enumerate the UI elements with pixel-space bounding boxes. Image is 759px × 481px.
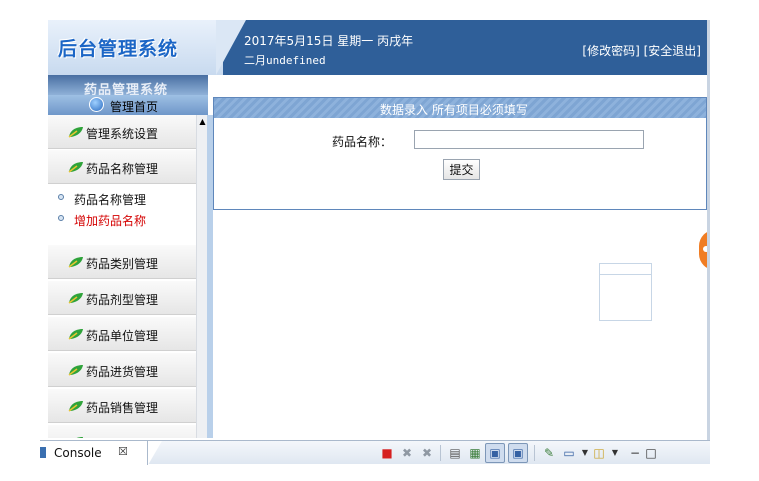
tab-slant-decoration: [148, 441, 162, 465]
dropdown-arrow-icon[interactable]: ▼: [578, 446, 592, 460]
leaf-icon: [68, 329, 83, 340]
show-stderr-icon[interactable]: ▣: [511, 446, 525, 460]
open-console-icon[interactable]: ◫: [592, 446, 606, 460]
pin-console-icon[interactable]: ✎: [542, 446, 556, 460]
drug-name-input[interactable]: [414, 130, 644, 149]
window-right-border: [707, 20, 710, 440]
form-header-text: 数据录入 所有项目必须填写: [380, 103, 528, 117]
remove-all-terminated-icon[interactable]: ✖: [420, 446, 434, 460]
form-header: 数据录入 所有项目必须填写: [214, 98, 706, 118]
leaf-icon: [68, 162, 83, 173]
logo-slant-decoration: [216, 20, 246, 75]
logout-link[interactable]: [安全退出]: [644, 44, 701, 58]
remove-launch-icon[interactable]: ✖: [400, 446, 414, 460]
logo-area: 后台管理系统: [48, 20, 223, 75]
menu-system-settings[interactable]: 管理系统设置: [48, 115, 196, 149]
console-tab-label: Console: [54, 446, 102, 460]
submenu-drug-name-manage[interactable]: 药品名称管理: [48, 188, 196, 208]
menu-label: 药品类别管理: [86, 257, 159, 271]
clear-console-icon[interactable]: ▤: [448, 446, 462, 460]
menu-label: 药品进货管理: [86, 365, 159, 379]
leaf-icon: [68, 293, 83, 304]
menu-label: 药品剂型管理: [86, 293, 159, 307]
menu-label: 管理系统设置: [86, 127, 159, 141]
display-selected-console-icon[interactable]: ▭: [562, 446, 576, 460]
submenu-label: 药品名称管理: [74, 193, 147, 207]
submit-button[interactable]: 提交: [443, 159, 480, 180]
close-tab-icon[interactable]: ☒: [118, 445, 128, 458]
show-stdout-icon[interactable]: ▣: [488, 446, 502, 460]
bullet-icon: [58, 215, 64, 221]
header-bar: 后台管理系统 2017年5月15日 星期一 丙戌年 二月undefined [修…: [48, 20, 707, 75]
submenu-add-drug-name[interactable]: 增加药品名称: [48, 209, 196, 229]
menu-label: 药品单位管理: [86, 329, 159, 343]
toolbar-separator: [534, 445, 535, 461]
menu-drug-form[interactable]: 药品剂型管理: [48, 281, 196, 315]
floating-side-badge[interactable]: [699, 230, 707, 270]
drug-name-label: 药品名称：: [332, 135, 393, 149]
menu-drug-category[interactable]: 药品类别管理: [48, 245, 196, 279]
home-link[interactable]: 管理首页: [110, 98, 158, 115]
leaf-icon: [68, 401, 83, 412]
date-line: 2017年5月15日 星期一 丙戌年: [244, 34, 414, 48]
submenu-label: 增加药品名称: [74, 214, 147, 228]
menu-drug-sales[interactable]: 药品销售管理: [48, 389, 196, 423]
menu-list: 管理系统设置 药品名称管理 药品名称管理 增加药品名称 药品类别管理 药品剂型管…: [48, 115, 196, 438]
sidebar-scrollbar[interactable]: ▲: [196, 115, 207, 438]
toolbar-separator: [440, 445, 441, 461]
sidebar: 药品管理系统 管理首页 管理系统设置 药品名称管理 药品名称管理 增加药品名称: [48, 75, 213, 438]
terminate-icon[interactable]: ■: [380, 446, 394, 460]
menu-drug-name[interactable]: 药品名称管理: [48, 150, 196, 184]
console-view-icon: [40, 447, 46, 458]
scroll-up-arrow-icon[interactable]: ▲: [198, 116, 207, 128]
leaf-icon: [68, 257, 83, 268]
change-password-link[interactable]: [修改密码]: [582, 44, 639, 58]
header-links: [修改密码] [安全退出]: [582, 42, 701, 59]
console-toolbar: Console ☒ ■ ✖ ✖ ▤ ▦ ▣ ▣ ✎ ▭ ▼ ◫ ▼ − □: [40, 440, 710, 465]
popup-divider: [600, 274, 651, 275]
app-window: 后台管理系统 2017年5月15日 星期一 丙戌年 二月undefined [修…: [48, 20, 707, 438]
home-link-row[interactable]: 管理首页: [48, 95, 208, 115]
lunar-date-line: 二月undefined: [244, 54, 326, 67]
menu-label: 药品销售管理: [86, 401, 159, 415]
maximize-view-icon[interactable]: □: [644, 446, 658, 460]
home-globe-icon: [89, 97, 104, 112]
menu-drug-unit[interactable]: 药品单位管理: [48, 317, 196, 351]
bullet-icon: [58, 194, 64, 200]
logo-text: 后台管理系统: [58, 38, 179, 60]
system-title-bar: 药品管理系统: [48, 75, 208, 98]
menu-partial-next[interactable]: [48, 425, 196, 438]
console-tab[interactable]: Console ☒: [40, 441, 148, 465]
dropdown-arrow-icon[interactable]: ▼: [608, 446, 622, 460]
scroll-lock-icon[interactable]: ▦: [468, 446, 482, 460]
menu-label: 药品名称管理: [86, 162, 159, 176]
leaf-icon: [68, 127, 83, 138]
empty-popup-box: [599, 263, 652, 321]
minimize-view-icon[interactable]: −: [628, 446, 642, 460]
leaf-icon: [76, 437, 83, 438]
leaf-icon: [68, 365, 83, 376]
data-entry-form: 数据录入 所有项目必须填写 药品名称： 提交: [213, 97, 707, 210]
menu-drug-purchase[interactable]: 药品进货管理: [48, 353, 196, 387]
